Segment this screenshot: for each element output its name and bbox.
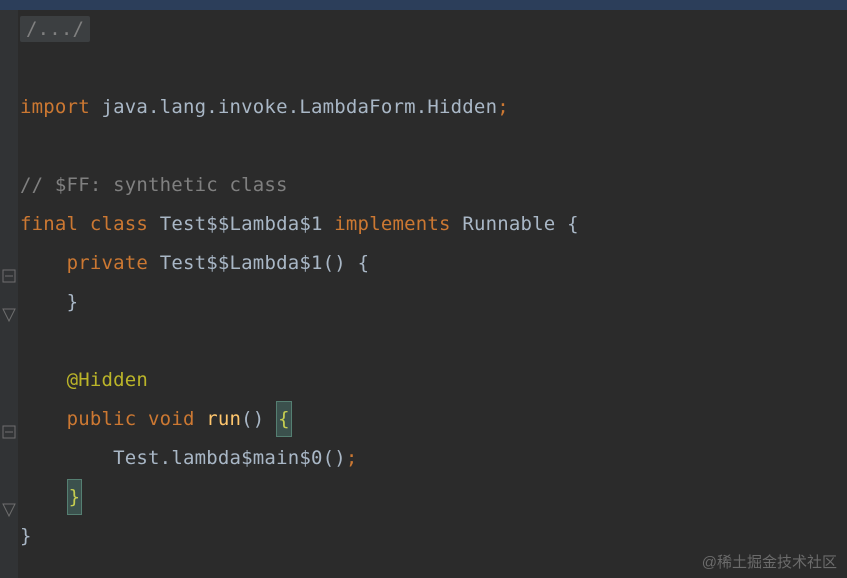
code-line-run-decl[interactable]: public void run() { <box>20 400 847 439</box>
method-name: run <box>206 408 241 430</box>
fold-marker-minus-icon[interactable] <box>2 425 16 439</box>
keyword-implements: implements <box>334 213 462 235</box>
annotation-text: @Hidden <box>67 369 148 391</box>
keyword-import: import <box>20 96 101 118</box>
code-line-import[interactable]: import java.lang.invoke.LambdaForm.Hidde… <box>20 88 847 127</box>
keyword-class: class <box>90 213 160 235</box>
keyword-final: final <box>20 213 90 235</box>
title-bar <box>0 0 847 10</box>
keyword-void: void <box>148 408 206 430</box>
fold-marker-minus-icon[interactable] <box>2 269 16 283</box>
code-line-blank[interactable] <box>20 127 847 166</box>
method-call: Test.lambda$main$0() <box>113 447 346 469</box>
editor-pane: /.../ import java.lang.invoke.LambdaForm… <box>0 10 847 578</box>
close-brace: } <box>67 291 79 313</box>
class-name: Test$$Lambda$1 <box>160 213 335 235</box>
parens: () <box>241 408 276 430</box>
code-line-run-close[interactable]: } <box>20 478 847 517</box>
matched-open-brace: { <box>276 401 292 437</box>
fold-marker-close-icon[interactable] <box>2 308 16 322</box>
open-brace: { <box>358 252 370 274</box>
indent <box>20 408 67 430</box>
code-line-ctor-close[interactable]: } <box>20 283 847 322</box>
fold-marker-close-icon[interactable] <box>2 503 16 517</box>
code-line-ctor[interactable]: private Test$$Lambda$1() { <box>20 244 847 283</box>
code-line-blank[interactable] <box>20 322 847 361</box>
close-brace: } <box>20 525 32 547</box>
interface-name: Runnable <box>462 213 567 235</box>
code-line-body[interactable]: Test.lambda$main$0(); <box>20 439 847 478</box>
code-line-class-decl[interactable]: final class Test$$Lambda$1 implements Ru… <box>20 205 847 244</box>
watermark-text: @稀土掘金技术社区 <box>702 551 837 572</box>
folded-block[interactable]: /.../ <box>20 16 90 42</box>
ctor-name: Test$$Lambda$1 <box>160 252 323 274</box>
indent <box>20 447 113 469</box>
indent <box>20 252 67 274</box>
keyword-private: private <box>67 252 160 274</box>
semicolon: ; <box>346 447 358 469</box>
code-line-annotation[interactable]: @Hidden <box>20 361 847 400</box>
indent <box>20 486 67 508</box>
indent <box>20 369 67 391</box>
open-brace: { <box>567 213 579 235</box>
semicolon: ; <box>497 96 509 118</box>
indent <box>20 291 67 313</box>
gutter[interactable] <box>0 10 18 578</box>
comment-text: // $FF: synthetic class <box>20 174 288 196</box>
code-line-comment[interactable]: // $FF: synthetic class <box>20 166 847 205</box>
code-line-folded[interactable]: /.../ <box>20 10 847 49</box>
code-line-blank[interactable] <box>20 49 847 88</box>
code-area[interactable]: /.../ import java.lang.invoke.LambdaForm… <box>18 10 847 578</box>
parens: () <box>323 252 358 274</box>
keyword-public: public <box>67 408 148 430</box>
import-path: java.lang.invoke.LambdaForm.Hidden <box>101 96 497 118</box>
matched-close-brace: } <box>67 479 83 515</box>
